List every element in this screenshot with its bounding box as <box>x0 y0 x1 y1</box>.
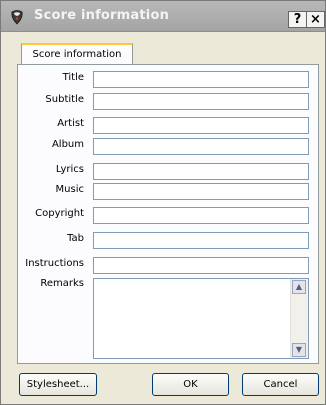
instructions-field[interactable] <box>93 257 309 274</box>
tab-score-information[interactable]: Score information <box>21 43 133 65</box>
lyrics-field[interactable] <box>93 163 309 180</box>
remarks-scrollbar[interactable]: ▲ ▼ <box>290 279 308 358</box>
music-label: Music <box>55 184 84 195</box>
guitar-pick-icon <box>11 10 23 25</box>
score-information-dialog: Score information ? × Score information … <box>0 0 326 405</box>
title-bar[interactable]: Score information ? × <box>1 1 325 32</box>
album-label: Album <box>51 139 84 150</box>
copyright-field[interactable] <box>93 207 309 224</box>
title-field[interactable] <box>93 71 309 88</box>
close-button[interactable]: × <box>306 11 325 28</box>
lyrics-label: Lyrics <box>55 164 84 175</box>
music-field[interactable] <box>93 183 309 200</box>
subtitle-label: Subtitle <box>45 94 84 105</box>
remarks-label: Remarks <box>40 278 84 289</box>
artist-label: Artist <box>57 118 84 129</box>
tab-field[interactable] <box>93 232 309 249</box>
scroll-down-icon[interactable]: ▼ <box>292 343 306 357</box>
window-title: Score information <box>34 8 170 23</box>
title-label: Title <box>62 72 84 83</box>
ok-button[interactable]: OK <box>152 373 229 396</box>
subtitle-field[interactable] <box>93 93 309 110</box>
copyright-label: Copyright <box>35 208 84 219</box>
stylesheet-button[interactable]: Stylesheet... <box>19 373 97 396</box>
cancel-button[interactable]: Cancel <box>242 373 319 396</box>
scroll-up-icon[interactable]: ▲ <box>292 280 306 294</box>
album-field[interactable] <box>93 138 309 155</box>
tab-label: Tab <box>67 233 84 244</box>
artist-field[interactable] <box>93 117 309 134</box>
instructions-label: Instructions <box>25 258 84 269</box>
remarks-textarea[interactable]: ▲ ▼ <box>93 278 309 359</box>
help-button[interactable]: ? <box>288 11 307 28</box>
